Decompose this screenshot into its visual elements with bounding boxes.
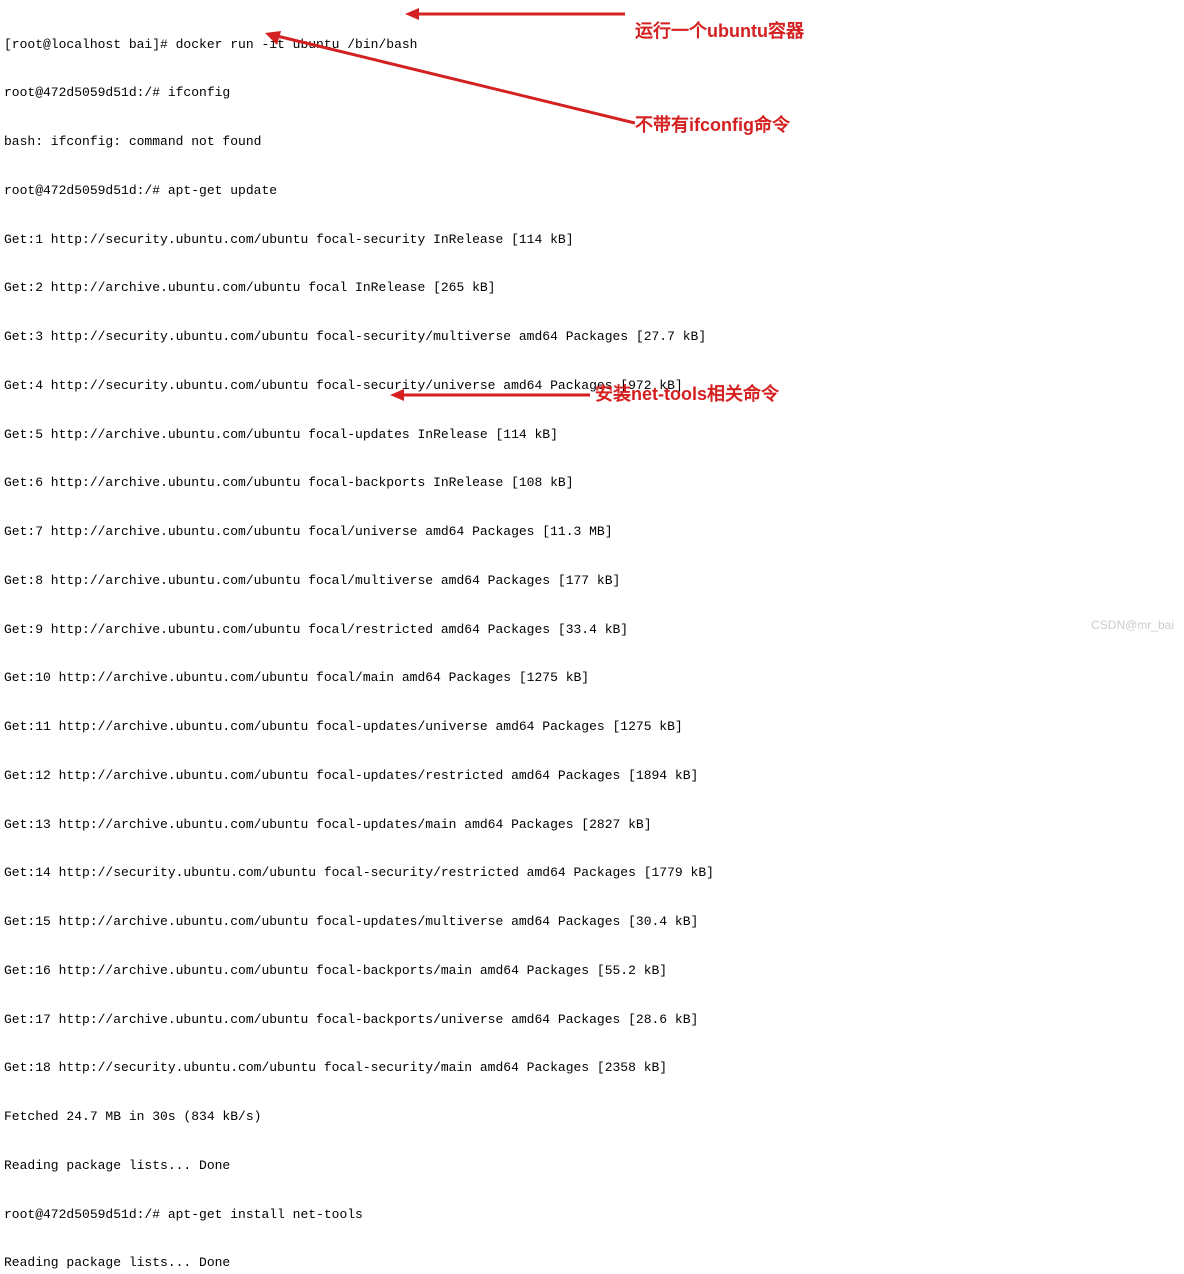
- terminal-line: Reading package lists... Done: [4, 1255, 1180, 1271]
- terminal-line: root@472d5059d51d:/# ifconfig: [4, 85, 1180, 101]
- terminal-line: Get:17 http://archive.ubuntu.com/ubuntu …: [4, 1012, 1180, 1028]
- terminal-line: bash: ifconfig: command not found: [4, 134, 1180, 150]
- terminal-line: Get:3 http://security.ubuntu.com/ubuntu …: [4, 329, 1180, 345]
- terminal-line: Get:8 http://archive.ubuntu.com/ubuntu f…: [4, 573, 1180, 589]
- terminal-line: Fetched 24.7 MB in 30s (834 kB/s): [4, 1109, 1180, 1125]
- terminal-line: Get:15 http://archive.ubuntu.com/ubuntu …: [4, 914, 1180, 930]
- terminal-line: Get:12 http://archive.ubuntu.com/ubuntu …: [4, 768, 1180, 784]
- terminal-line: Get:4 http://security.ubuntu.com/ubuntu …: [4, 378, 1180, 394]
- terminal-line: root@472d5059d51d:/# apt-get install net…: [4, 1207, 1180, 1223]
- terminal-line: Get:13 http://archive.ubuntu.com/ubuntu …: [4, 817, 1180, 833]
- annotation-install-nettools: 安装net-tools相关命令: [595, 383, 779, 406]
- terminal-line: Get:5 http://archive.ubuntu.com/ubuntu f…: [4, 427, 1180, 443]
- terminal-line: Get:2 http://archive.ubuntu.com/ubuntu f…: [4, 280, 1180, 296]
- terminal-line: Get:14 http://security.ubuntu.com/ubuntu…: [4, 865, 1180, 881]
- annotation-run-ubuntu: 运行一个ubuntu容器: [635, 20, 804, 43]
- terminal-line: Get:9 http://archive.ubuntu.com/ubuntu f…: [4, 622, 1180, 638]
- terminal-line: Get:16 http://archive.ubuntu.com/ubuntu …: [4, 963, 1180, 979]
- terminal-output[interactable]: [root@localhost bai]# docker run -it ubu…: [4, 4, 1180, 1274]
- terminal-line: Reading package lists... Done: [4, 1158, 1180, 1174]
- terminal-line: Get:18 http://security.ubuntu.com/ubuntu…: [4, 1060, 1180, 1076]
- watermark-text: CSDN@mr_bai: [1091, 618, 1174, 633]
- terminal-line: Get:10 http://archive.ubuntu.com/ubuntu …: [4, 670, 1180, 686]
- terminal-line: Get:7 http://archive.ubuntu.com/ubuntu f…: [4, 524, 1180, 540]
- terminal-line: Get:11 http://archive.ubuntu.com/ubuntu …: [4, 719, 1180, 735]
- terminal-line: root@472d5059d51d:/# apt-get update: [4, 183, 1180, 199]
- terminal-line: [root@localhost bai]# docker run -it ubu…: [4, 37, 1180, 53]
- terminal-line: Get:1 http://security.ubuntu.com/ubuntu …: [4, 232, 1180, 248]
- terminal-line: Get:6 http://archive.ubuntu.com/ubuntu f…: [4, 475, 1180, 491]
- annotation-no-ifconfig: 不带有ifconfig命令: [635, 114, 790, 137]
